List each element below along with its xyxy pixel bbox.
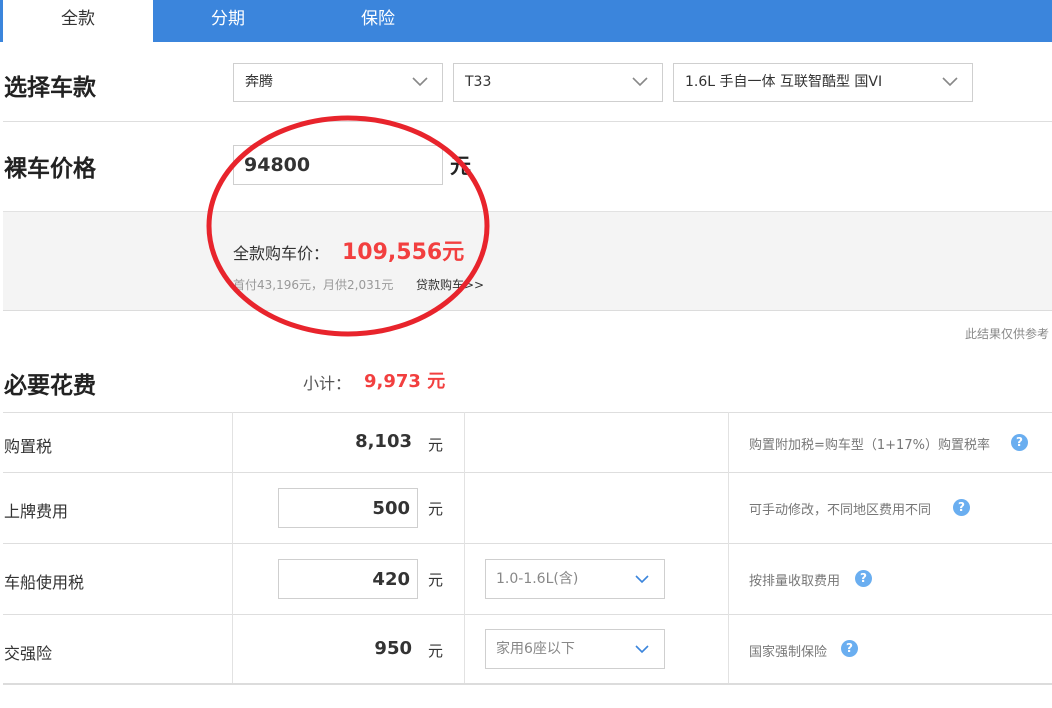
bare-price-input[interactable] [233,145,443,185]
chevron-down-icon [632,77,648,87]
vehicle-tax-unit: 元 [428,571,444,589]
bare-price-title: 裸车价格 [4,156,96,182]
displacement-select[interactable]: 1.0-1.6L(含) [485,559,665,599]
brand-select[interactable]: 奔腾 [233,63,443,102]
loan-purchase-link[interactable]: 贷款购车>> [416,276,484,293]
vehicle-tax-input[interactable] [278,559,418,599]
purchase-tax-hint: 购置附加税=购车型（1+17%）购置税率 [749,438,990,453]
payment-breakdown: 首付43,196元，月供2,031元 [233,278,394,292]
table-column-divider [728,412,729,683]
brand-select-value: 奔腾 [245,74,273,90]
registration-fee-label: 上牌费用 [4,502,69,521]
divider [3,121,1052,122]
chevron-down-icon [412,77,428,87]
registration-fee-hint: 可手动修改，不同地区费用不同 [749,503,932,518]
registration-fee-input[interactable] [278,488,418,528]
seat-count-select[interactable]: 家用6座以下 [485,629,665,669]
chevron-down-icon [942,77,958,87]
model-select-value: T33 [465,74,492,90]
table-border [3,543,1052,544]
compulsory-insurance-value: 950 [374,638,412,659]
table-border [3,472,1052,473]
table-border [3,683,1052,685]
total-price-value: 109,556元 [342,240,465,265]
subtotal-label: 小计： [303,374,352,393]
table-border [3,412,1052,413]
tab-bar: 全款 分期 保险 [0,0,1052,42]
vehicle-tax-label: 车船使用税 [4,573,85,592]
version-select[interactable]: 1.6L 手自一体 互联智酷型 国VI [673,63,973,102]
select-car-title: 选择车款 [4,75,96,101]
tab-installment[interactable]: 分期 [153,0,303,42]
help-icon[interactable]: ? [1011,434,1028,451]
vehicle-tax-hint: 按排量收取费用 [749,574,841,589]
purchase-tax-unit: 元 [428,436,444,454]
purchase-tax-value: 8,103 [355,431,412,452]
table-column-divider [232,412,233,683]
compulsory-insurance-label: 交强险 [4,644,53,663]
help-icon[interactable]: ? [953,499,970,516]
compulsory-insurance-hint: 国家强制保险 [749,645,828,660]
annotation-overlay [206,115,490,337]
registration-fee-unit: 元 [428,500,444,518]
tab-full-payment[interactable]: 全款 [3,0,153,42]
compulsory-insurance-unit: 元 [428,642,444,660]
displacement-select-value: 1.0-1.6L(含) [496,571,579,587]
table-border [3,614,1052,615]
total-summary-panel [3,211,1052,311]
chevron-down-icon [635,645,649,654]
disclaimer-note: 此结果仅供参考 [964,327,1049,341]
purchase-tax-label: 购置税 [4,437,53,456]
help-icon[interactable]: ? [855,570,872,587]
table-column-divider [464,412,465,683]
tab-insurance[interactable]: 保险 [303,0,453,42]
version-select-value: 1.6L 手自一体 互联智酷型 国VI [685,74,883,90]
seat-count-select-value: 家用6座以下 [496,641,575,657]
bare-price-unit: 元 [450,154,471,178]
help-icon[interactable]: ? [841,640,858,657]
model-select[interactable]: T33 [453,63,663,102]
chevron-down-icon [635,575,649,584]
subtotal-value: 9,973 元 [364,371,446,392]
required-costs-title: 必要花费 [4,373,96,399]
total-price-label: 全款购车价： [233,244,330,263]
